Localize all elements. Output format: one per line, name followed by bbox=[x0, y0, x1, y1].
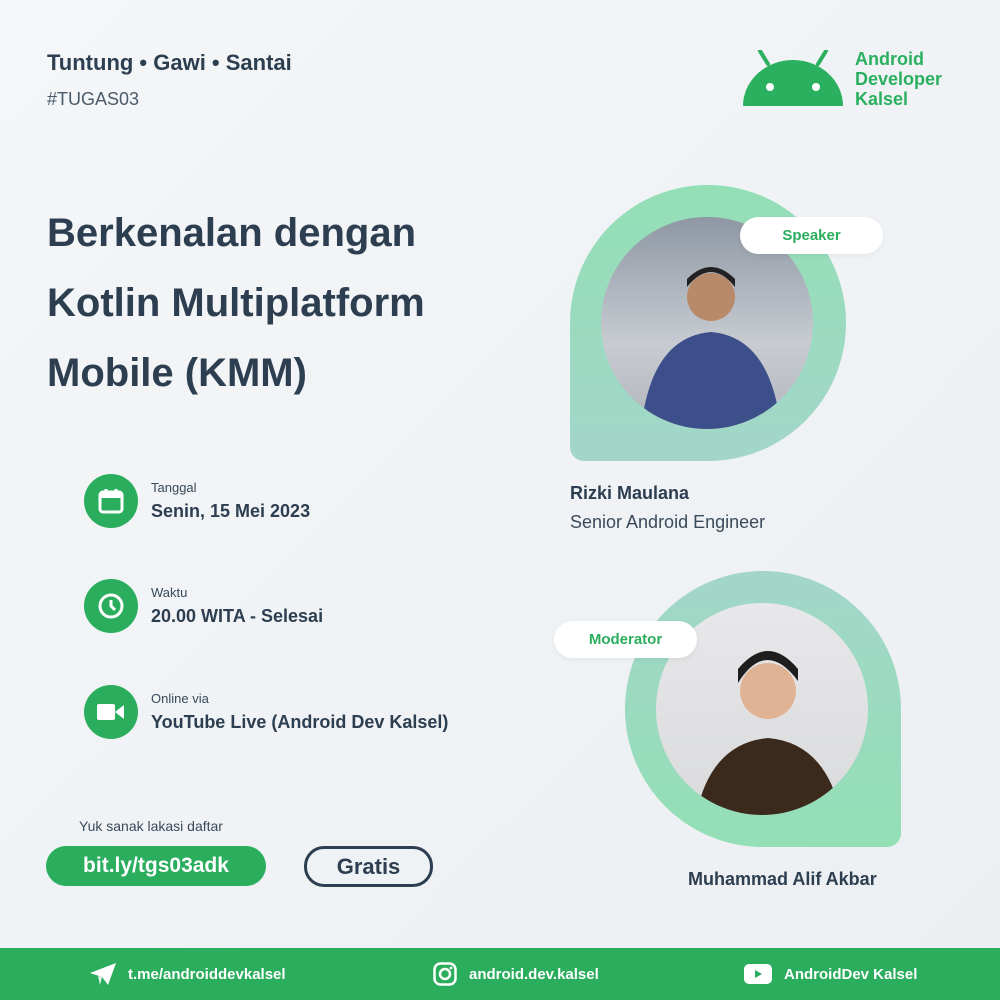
moderator-name: Muhammad Alif Akbar bbox=[688, 869, 877, 889]
video-camera-icon bbox=[84, 685, 138, 739]
footer-youtube[interactable]: AndroidDev Kalsel bbox=[744, 948, 917, 1000]
info-online: Online via YouTube Live (Android Dev Kals… bbox=[84, 685, 448, 739]
registration-prompt: Yuk sanak lakasi daftar bbox=[79, 818, 223, 834]
android-head-icon bbox=[743, 50, 843, 106]
info-date: Tanggal Senin, 15 Mei 2023 bbox=[84, 474, 310, 528]
title-line: Kotlin Multiplatform bbox=[47, 281, 425, 325]
title-line: Berkenalan dengan bbox=[47, 211, 417, 255]
logo-text: Android Developer Kalsel bbox=[855, 49, 975, 109]
price-badge: Gratis bbox=[304, 846, 433, 887]
footer-telegram[interactable]: t.me/androiddevkalsel bbox=[90, 948, 286, 1000]
hashtag: #TUGAS03 bbox=[47, 89, 140, 109]
info-time: Waktu 20.00 WITA - Selesai bbox=[84, 579, 323, 633]
instagram-icon bbox=[433, 962, 457, 986]
info-value: Senin, 15 Mei 2023 bbox=[151, 501, 311, 521]
telegram-link[interactable]: t.me/androiddevkalsel bbox=[128, 966, 286, 983]
info-value: YouTube Live (Android Dev Kalsel) bbox=[151, 712, 449, 732]
speaker-role: Senior Android Engineer bbox=[570, 512, 766, 532]
title-line: Mobile (KMM) bbox=[47, 351, 307, 395]
tagline: Tuntung • Gawi • Santai bbox=[47, 50, 292, 75]
info-value: 20.00 WITA - Selesai bbox=[151, 606, 324, 626]
registration-link[interactable]: bit.ly/tgs03adk bbox=[46, 846, 266, 886]
instagram-link[interactable]: android.dev.kalsel bbox=[469, 966, 599, 983]
logo-line: Developer bbox=[855, 69, 943, 89]
moderator-badge: Moderator bbox=[554, 621, 697, 658]
telegram-icon bbox=[90, 963, 116, 985]
calendar-icon bbox=[84, 474, 138, 528]
speaker-name: Rizki Maulana bbox=[570, 483, 690, 503]
footer-instagram[interactable]: android.dev.kalsel bbox=[433, 948, 599, 1000]
youtube-link[interactable]: AndroidDev Kalsel bbox=[784, 966, 917, 983]
clock-icon bbox=[84, 579, 138, 633]
logo-line: Kalsel bbox=[855, 89, 909, 109]
youtube-icon bbox=[744, 964, 772, 984]
footer: t.me/androiddevkalsel android.dev.kalsel… bbox=[0, 948, 1000, 1000]
logo-line: Android bbox=[855, 49, 924, 69]
info-label: Waktu bbox=[151, 585, 188, 600]
event-title: Berkenalan dengan Kotlin Multiplatform M… bbox=[47, 198, 527, 408]
info-label: Tanggal bbox=[151, 480, 197, 495]
speaker-badge: Speaker bbox=[740, 217, 883, 254]
info-label: Online via bbox=[151, 691, 209, 706]
